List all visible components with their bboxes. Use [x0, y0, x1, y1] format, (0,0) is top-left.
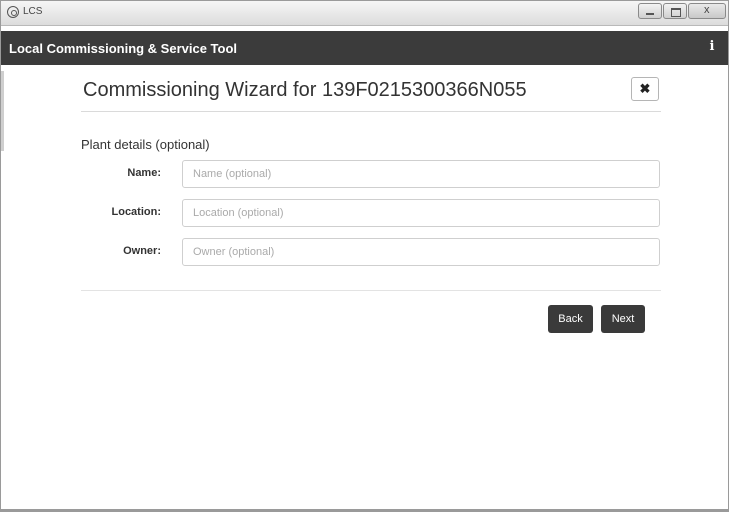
window-titlebar: LCS [1, 1, 728, 26]
next-button[interactable]: Next [601, 305, 645, 333]
app-name: Local Commissioning & Service Tool [9, 41, 238, 56]
window-controls [637, 3, 726, 19]
location-input[interactable] [182, 199, 660, 227]
app-header: Local Commissioning & Service Tool i [1, 31, 728, 65]
location-label: Location: [111, 206, 162, 218]
section-title: Plant details (optional) [81, 137, 210, 152]
window-title: LCS [23, 6, 43, 17]
back-button[interactable]: Back [548, 305, 593, 333]
name-row: Name: [81, 160, 661, 188]
location-row: Location: [81, 199, 661, 227]
name-input[interactable] [182, 160, 660, 188]
owner-label: Owner: [123, 245, 161, 257]
wizard-close-button[interactable]: ✖ [631, 77, 659, 101]
title-divider [81, 111, 661, 112]
owner-row: Owner: [81, 238, 661, 266]
close-icon: ✖ [639, 81, 651, 96]
app-gear-icon [7, 6, 19, 18]
owner-input[interactable] [182, 238, 660, 266]
form-divider [81, 290, 661, 291]
application-window: LCS Local Commissioning & Service Tool i… [0, 0, 729, 512]
name-label: Name: [127, 167, 161, 179]
window-bottom-border [1, 509, 728, 511]
info-icon[interactable]: i [706, 39, 718, 57]
window-close-button[interactable] [688, 3, 726, 19]
wizard-title: Commissioning Wizard for 139F0215300366N… [83, 79, 527, 101]
minimize-button[interactable] [638, 3, 662, 19]
left-scroll-indicator [1, 71, 4, 151]
maximize-button[interactable] [663, 3, 687, 19]
